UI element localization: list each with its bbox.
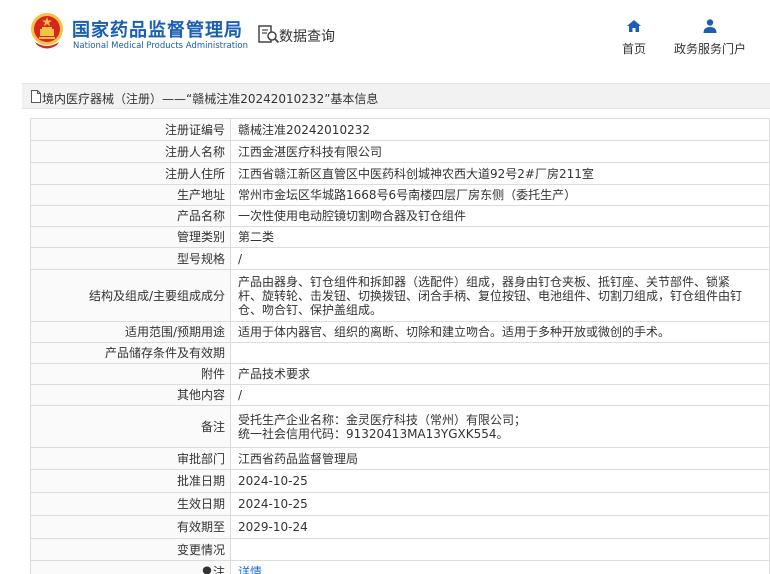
table-row: 审批部门 江西省药品监督管理局 (30, 447, 770, 470)
row-key: 型号规格 (30, 247, 231, 270)
user-icon (703, 19, 717, 33)
table-row: 注册人住所 江西省赣江新区直管区中医药科创城神农西大道92号2#厂房211室 (30, 162, 770, 185)
row-value: 产品由器身、钉仓组件和拆卸器（选配件）组成，器身由钉仓夹板、抵钉座、关节部件、锁… (230, 269, 770, 322)
site-logo-title[interactable]: 国家药品监督管理局 (72, 16, 243, 42)
table-row: 注册人名称 江西金湛医疗科技有限公司 (30, 140, 770, 163)
row-value-line: 统一社会信用代码：91320413MA13YGXK554。 (238, 426, 509, 441)
data-query-icon[interactable] (258, 25, 280, 45)
table-row: 管理类别 第二类 (30, 226, 770, 248)
row-value-line: 杆、旋转轮、击发钮、切换拨钮、闭合手柄、复位按钮、电池组件、切割刀组成，钉仓组件… (238, 288, 743, 303)
table-row: 备注 受托生产企业名称：金灵医疗科技（常州）有限公司； 统一社会信用代码：913… (30, 405, 770, 448)
note-label: 注 (212, 564, 225, 574)
breadcrumb-text: 境内医疗器械（注册）——“赣械注准20242010232”基本信息 (42, 92, 379, 106)
table-row: 结构及组成/主要组成成分 产品由器身、钉仓组件和拆卸器（选配件）组成，器身由钉仓… (30, 269, 770, 322)
table-row: 产品储存条件及有效期 (30, 342, 770, 364)
data-query-link[interactable]: 数据查询 (279, 26, 335, 46)
table-row: 生产地址 常州市金坛区华城路1668号6号南楼四层厂房东侧（委托生产） (30, 184, 770, 206)
table-row: 变更情况 (30, 538, 770, 561)
row-value: 受托生产企业名称：金灵医疗科技（常州）有限公司； 统一社会信用代码：913204… (230, 405, 770, 448)
table-row: 型号规格 / (30, 247, 770, 270)
row-key: 注册人住所 (30, 162, 231, 185)
nav-home[interactable]: 首页 (612, 18, 656, 57)
row-value: 江西省药品监督管理局 (230, 447, 770, 470)
row-value (230, 538, 770, 561)
row-value: 一次性使用电动腔镜切割吻合器及钉仓组件 (230, 205, 770, 227)
row-value: 2024-10-25 (230, 469, 770, 493)
row-key: 产品名称 (30, 205, 231, 227)
row-value: 第二类 (230, 226, 770, 248)
registration-info-table: 注册证编号 赣械注准20242010232 注册人名称 江西金湛医疗科技有限公司… (30, 118, 770, 574)
row-key: 注 (30, 560, 231, 574)
table-row: 其他内容 / (30, 384, 770, 406)
site-header: 国家药品监督管理局 National Medical Products Admi… (0, 0, 770, 72)
table-row: 适用范围/预期用途 适用于体内器官、组织的离断、切除和建立吻合。适用于多种开放或… (30, 321, 770, 343)
breadcrumb: 境内医疗器械（注册）——“赣械注准20242010232”基本信息 (22, 83, 770, 109)
row-value: 江西金湛医疗科技有限公司 (230, 140, 770, 163)
row-key: 管理类别 (30, 226, 231, 248)
table-row: 生效日期 2024-10-25 (30, 492, 770, 516)
document-icon (31, 90, 41, 103)
row-key: 结构及组成/主要组成成分 (30, 269, 231, 322)
table-row: 产品名称 一次性使用电动腔镜切割吻合器及钉仓组件 (30, 205, 770, 227)
nav-home-label: 首页 (621, 42, 646, 56)
row-value: 江西省赣江新区直管区中医药科创城神农西大道92号2#厂房211室 (230, 162, 770, 185)
table-row: 注 详情 (30, 560, 770, 574)
row-key: 审批部门 (30, 447, 231, 470)
nav-gov-label: 政务服务门户 (673, 42, 746, 56)
row-key: 生效日期 (30, 492, 231, 516)
row-value: 常州市金坛区华城路1668号6号南楼四层厂房东侧（委托生产） (230, 184, 770, 206)
row-key: 产品储存条件及有效期 (30, 342, 231, 364)
table-row: 注册证编号 赣械注准20242010232 (30, 118, 770, 141)
table-row: 批准日期 2024-10-25 (30, 469, 770, 493)
row-value: 产品技术要求 (230, 363, 770, 385)
row-key: 其他内容 (30, 384, 231, 406)
row-key: 变更情况 (30, 538, 231, 561)
row-value: 2029-10-24 (230, 515, 770, 539)
row-value-line: 受托生产企业名称：金灵医疗科技（常州）有限公司； (238, 412, 527, 427)
row-value: / (230, 247, 770, 270)
row-key: 适用范围/预期用途 (30, 321, 231, 343)
row-value: 赣械注准20242010232 (230, 118, 770, 141)
national-emblem-icon (31, 13, 63, 49)
row-value: 适用于体内器官、组织的离断、切除和建立吻合。适用于多种开放或微创的手术。 (230, 321, 770, 343)
row-key: 批准日期 (30, 469, 231, 493)
row-value-line: 产品由器身、钉仓组件和拆卸器（选配件）组成，器身由钉仓夹板、抵钉座、关节部件、锁… (238, 274, 731, 289)
row-value: 详情 (230, 560, 770, 574)
row-value: 2024-10-25 (230, 492, 770, 516)
row-key: 附件 (30, 363, 231, 385)
row-value: / (230, 384, 770, 406)
site-logo-subtitle: National Medical Products Administration (73, 41, 248, 51)
nav-gov-service-portal[interactable]: 政务服务门户 (668, 18, 752, 57)
row-key: 备注 (30, 405, 231, 448)
row-value (230, 342, 770, 364)
lightbulb-icon (202, 566, 212, 574)
row-key: 生产地址 (30, 184, 231, 206)
row-value-line: 仓、吻合钉、保护盖组成。 (238, 302, 383, 317)
home-icon (627, 20, 641, 32)
row-key: 注册证编号 (30, 118, 231, 141)
table-row: 有效期至 2029-10-24 (30, 515, 770, 539)
row-key: 注册人名称 (30, 140, 231, 163)
details-link[interactable]: 详情 (238, 565, 262, 574)
table-row: 附件 产品技术要求 (30, 363, 770, 385)
row-key: 有效期至 (30, 515, 231, 539)
